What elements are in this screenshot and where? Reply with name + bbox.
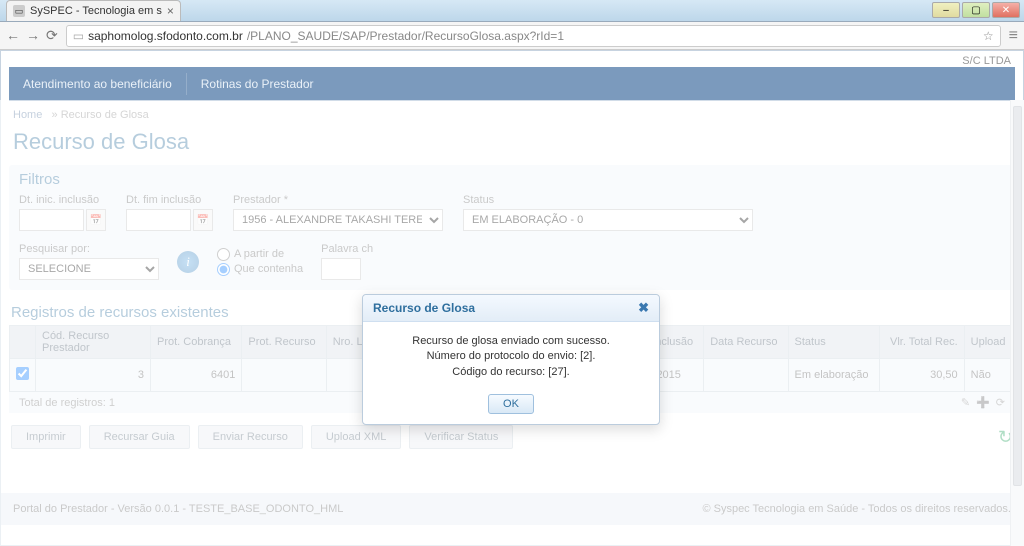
modal-dialog: Recurso de Glosa ✖ Recurso de glosa envi…	[362, 294, 660, 425]
url-path: /PLANO_SAUDE/SAP/Prestador/RecursoGlosa.…	[247, 29, 564, 43]
window-minimize-button[interactable]: –	[932, 2, 960, 18]
company-name: S/C LTDA	[1, 51, 1023, 67]
modal-body: Recurso de glosa enviado com sucesso. Nú…	[363, 322, 659, 388]
back-button[interactable]: ←	[6, 27, 20, 44]
tab-close-icon[interactable]: ×	[167, 4, 174, 18]
window-close-button[interactable]: ✕	[992, 2, 1020, 18]
url-domain: saphomolog.sfodonto.com.br	[88, 29, 243, 43]
modal-close-icon[interactable]: ✖	[638, 300, 649, 316]
reload-button[interactable]: ⟳	[46, 27, 58, 44]
menu-atendimento[interactable]: Atendimento ao beneficiário	[9, 73, 187, 95]
modal-line1: Recurso de glosa enviado com sucesso.	[373, 334, 649, 349]
browser-titlebar: ▭ SySPEC - Tecnologia em s × – ▢ ✕	[0, 0, 1024, 22]
page-icon: ▭	[73, 29, 84, 43]
menu-rotinas[interactable]: Rotinas do Prestador	[187, 73, 328, 95]
browser-toolbar: ← → ⟳ ▭ saphomolog.sfodonto.com.br/PLANO…	[0, 22, 1024, 50]
window-maximize-button[interactable]: ▢	[962, 2, 990, 18]
modal-ok-button[interactable]: OK	[488, 394, 534, 414]
favicon-icon: ▭	[13, 5, 25, 17]
browser-tab[interactable]: ▭ SySPEC - Tecnologia em s ×	[6, 0, 181, 21]
modal-line3: Código do recurso: [27].	[373, 365, 649, 380]
modal-header: Recurso de Glosa ✖	[363, 295, 659, 322]
forward-button[interactable]: →	[26, 27, 40, 44]
modal-line2: Número do protocolo do envio: [2].	[373, 349, 649, 364]
menu-icon[interactable]: ≡	[1009, 27, 1018, 45]
bookmark-icon[interactable]: ☆	[983, 29, 994, 43]
address-bar[interactable]: ▭ saphomolog.sfodonto.com.br/PLANO_SAUDE…	[66, 25, 1001, 47]
modal-title: Recurso de Glosa	[373, 301, 475, 315]
tab-title: SySPEC - Tecnologia em s	[30, 5, 162, 17]
main-menu: Atendimento ao beneficiário Rotinas do P…	[9, 67, 1015, 101]
